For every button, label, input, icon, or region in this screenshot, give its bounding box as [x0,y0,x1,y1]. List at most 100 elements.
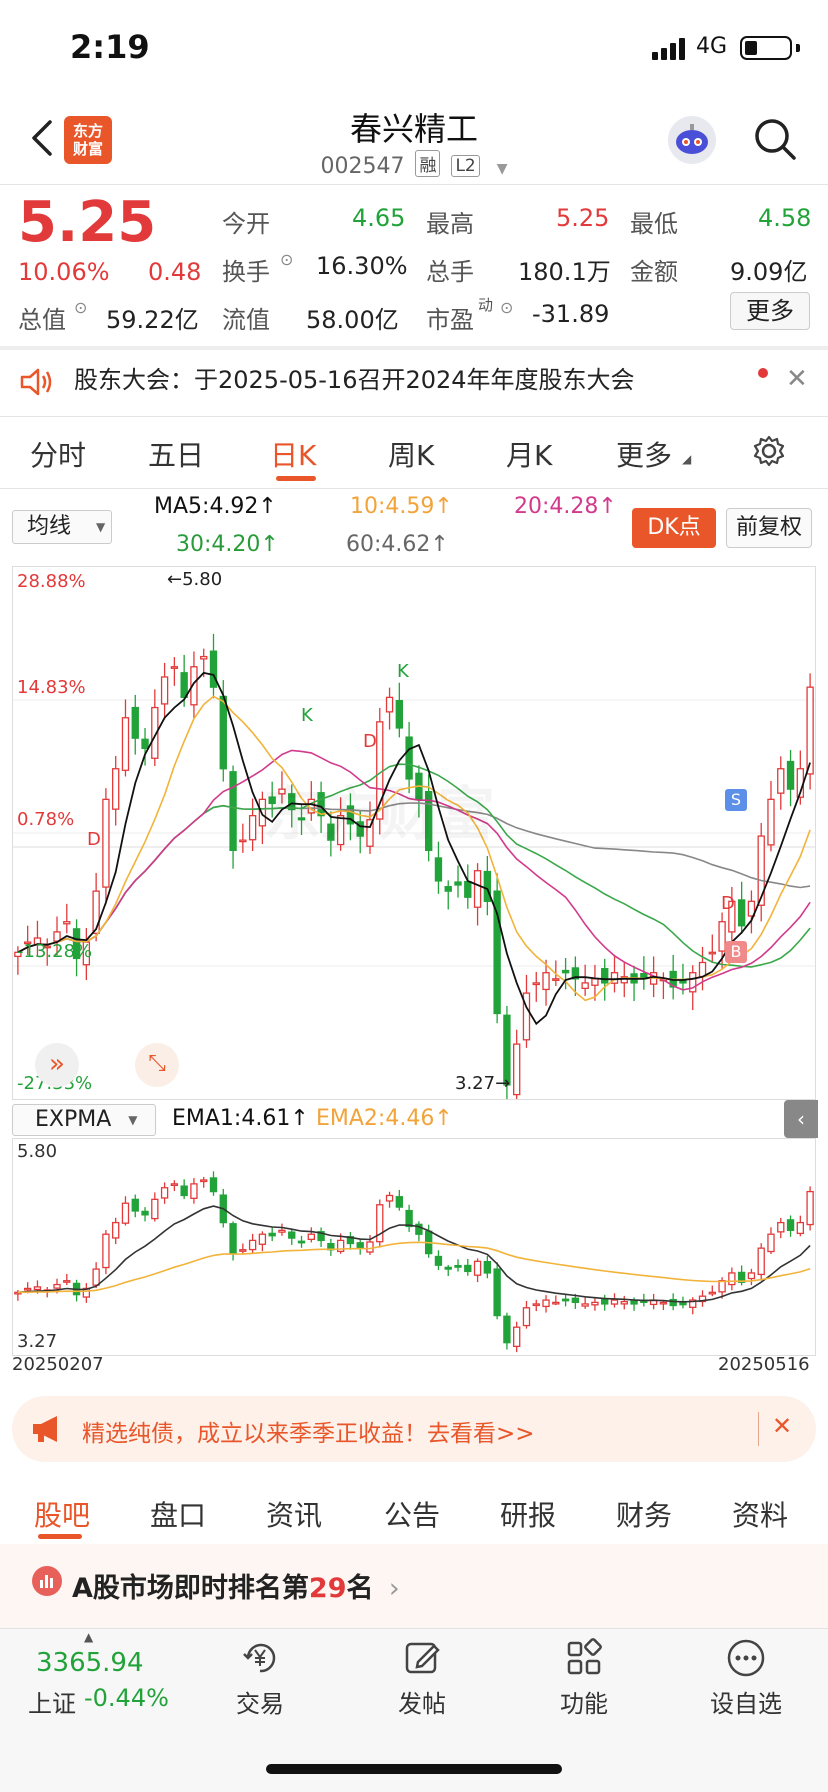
candle [796,1221,805,1235]
d-marker: D [721,893,735,914]
mktcap-value: 59.22亿 [106,306,199,334]
kline-main-chart[interactable]: 东方财富 28.88% 14.83% 0.78% -13.28% -27.33%… [12,566,816,1100]
post-edit-icon[interactable] [402,1638,442,1678]
candle [786,760,795,790]
candle [591,978,599,986]
candle [229,1223,237,1255]
forward-adjust-button[interactable]: 前复权 [726,508,812,548]
tab-more[interactable]: 更多 [616,434,672,474]
tab-orderbook[interactable]: 盘口 [150,1494,206,1534]
open-value: 4.65 [352,204,406,232]
candle [385,696,394,713]
rank-suffix: 名 [346,1573,374,1604]
expma-indicator-select[interactable]: EXPMA ▼ [12,1104,156,1136]
nav-trade[interactable]: 交易 [200,1684,320,1719]
tab-five-day[interactable]: 五日 [148,434,204,474]
d-marker: D [363,731,377,752]
candle [581,1303,589,1307]
watchlist-more-icon[interactable] [726,1638,766,1678]
candle [23,1287,32,1291]
more-triangle-icon: ◢ [682,452,692,466]
active-tab-indicator [38,1534,82,1539]
candle [786,1219,795,1231]
candle [200,655,208,660]
collapse-panel-icon[interactable]: ‹ [784,1100,818,1138]
tab-guba[interactable]: 股吧 [34,1494,90,1534]
index-change[interactable]: -0.44% [84,1684,169,1712]
expma-select-label: EXPMA [35,1107,112,1132]
amount-value: 9.09亿 [730,258,808,286]
dk-point-button[interactable]: DK点 [632,508,716,548]
trade-yen-icon[interactable] [240,1638,280,1678]
pe-value: -31.89 [532,300,610,328]
amount-label: 金额 [630,258,678,286]
search-icon[interactable] [752,116,798,162]
candle [444,886,452,892]
candle [200,1179,208,1183]
sell-signal-badge[interactable]: S [725,789,747,811]
candle [190,1183,198,1199]
tab-monthly-k[interactable]: 月K [506,434,552,474]
candle [239,1249,247,1252]
expma-chart[interactable]: 5.80 3.27 [12,1138,816,1356]
turnover-value: 16.30% [316,252,408,280]
active-tab-indicator [276,476,316,481]
assistant-robot-icon[interactable] [668,116,716,164]
fullscreen-icon[interactable]: ⤡ [135,1043,179,1087]
close-icon[interactable]: ✕ [772,1412,792,1440]
market-rank-text[interactable]: A股市场即时排名第29名 › [72,1566,400,1605]
tab-research[interactable]: 研报 [500,1494,556,1534]
features-grid-icon[interactable] [564,1638,604,1678]
candle [777,1221,785,1233]
info-dots-icon[interactable]: ⊙ [280,250,293,269]
close-icon[interactable]: ✕ [786,364,808,394]
ma-indicator-select[interactable]: 均线 ▼ [12,510,112,544]
notice-text[interactable]: 股东大会：于2025-05-16召开2024年年度股东大会 [74,360,635,395]
candle [483,870,492,902]
index-name[interactable]: 上证 [28,1684,76,1719]
expand-index-icon[interactable]: ▲ [84,1630,93,1644]
margin-tag: 融 [415,150,441,177]
date-start: 20250207 [12,1354,104,1375]
battery-tip [796,44,800,52]
candle [170,1183,179,1187]
candle [121,1202,130,1224]
sub-y-top: 5.80 [17,1141,58,1162]
signal-icon [652,38,688,60]
candle [552,1301,560,1305]
candle [571,1297,580,1304]
ma20-value: 20:4.28↑ [514,494,617,519]
candle [160,676,169,705]
nav-post[interactable]: 发帖 [362,1684,482,1719]
candle [395,699,404,729]
candle [777,768,785,794]
tab-announcements[interactable]: 公告 [384,1494,440,1534]
candle [209,1177,218,1193]
candle [170,666,179,669]
tab-intraday[interactable]: 分时 [30,434,86,474]
candle [561,1298,570,1302]
nav-watchlist[interactable]: 设自选 [686,1684,806,1719]
candle [141,1210,149,1216]
ad-text[interactable]: 精选纯债，成立以来季季正收益！去看看>> [82,1414,535,1448]
index-value[interactable]: 3365.94 [36,1648,144,1678]
candle [728,1272,736,1286]
tab-profile[interactable]: 资料 [732,1494,788,1534]
candle [131,706,139,739]
more-button[interactable]: 更多 [730,292,810,330]
home-indicator [266,1764,562,1774]
buy-signal-badge[interactable]: B [725,941,747,963]
settings-gear-icon[interactable] [752,434,786,468]
nav-features[interactable]: 功能 [524,1684,644,1719]
tab-weekly-k[interactable]: 周K [388,434,434,474]
tab-news[interactable]: 资讯 [266,1494,322,1534]
low-price-marker: 3.27→ [455,1073,511,1094]
tab-daily-k[interactable]: 日K [270,434,316,474]
expand-sidebar-icon[interactable]: » [35,1043,79,1087]
tab-finance[interactable]: 财务 [616,1494,672,1534]
sub-y-bottom: 3.27 [17,1331,58,1352]
info-dots-icon[interactable]: ⊙ [74,298,87,317]
info-dots-icon[interactable]: ⊙ [500,298,513,317]
candle [718,1280,726,1293]
candle [268,1232,276,1237]
